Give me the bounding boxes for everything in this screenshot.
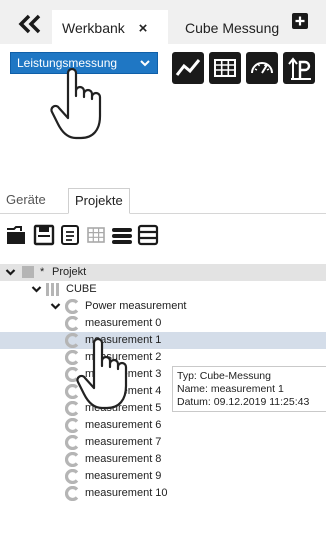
measurement-label: measurement 7: [85, 436, 162, 448]
measurement-tooltip: Typ: Cube-Messung Name: measurement 1 Da…: [172, 366, 326, 412]
measurement-icon: [65, 485, 79, 507]
measurement-label: measurement 6: [85, 419, 162, 431]
plus-icon[interactable]: [292, 13, 308, 29]
tree-item-measurement[interactable]: measurement 2: [0, 349, 326, 366]
tree-item-measurement[interactable]: measurement 0: [0, 315, 326, 332]
tab-label: Werkbank: [62, 20, 125, 36]
project-label: Projekt: [52, 266, 87, 278]
grid-icon[interactable]: [85, 224, 107, 246]
chevron-down-icon[interactable]: [50, 301, 61, 312]
trend-chart-button[interactable]: [172, 52, 204, 84]
tree-item-measurement-selected[interactable]: measurement 1: [0, 332, 326, 349]
tree-node-cube[interactable]: CUBE: [0, 281, 326, 298]
layers-icon[interactable]: [111, 224, 133, 246]
project-modified-marker: *: [40, 266, 45, 278]
measurement-label: measurement 8: [85, 453, 162, 465]
tab-cube-messung[interactable]: Cube Messung: [175, 10, 285, 44]
save-icon[interactable]: [33, 224, 55, 246]
export-button[interactable]: [283, 52, 315, 84]
tree-item-measurement[interactable]: measurement 7: [0, 434, 326, 451]
measurement-label: measurement 10: [85, 487, 168, 499]
tab-werkbank[interactable]: Werkbank ×: [52, 10, 168, 44]
tab-projekte[interactable]: Projekte: [68, 188, 130, 214]
tree-node-power-measurement[interactable]: Power measurement: [0, 298, 326, 315]
tab-geraete[interactable]: Geräte: [6, 192, 46, 207]
tree-item-measurement[interactable]: measurement 10: [0, 485, 326, 502]
measurement-label: measurement 0: [85, 317, 162, 329]
tab-label: Cube Messung: [185, 20, 280, 36]
sidebar-toolbar: [0, 220, 326, 250]
chevron-down-icon[interactable]: [5, 267, 16, 278]
tooltip-name: Name: measurement 1: [177, 383, 284, 395]
tree-item-measurement[interactable]: measurement 9: [0, 468, 326, 485]
chevron-down-icon: [139, 57, 151, 69]
table-button[interactable]: [209, 52, 241, 84]
double-chevron-left-icon[interactable]: [16, 14, 44, 34]
open-folder-icon[interactable]: [6, 224, 28, 246]
chevron-down-icon[interactable]: [31, 284, 42, 295]
list-icon[interactable]: [137, 224, 159, 246]
tree-node-project[interactable]: * Projekt: [0, 264, 326, 281]
gauge-button[interactable]: [246, 52, 278, 84]
tab-bar: Werkbank × Cube Messung: [0, 0, 326, 44]
group-label: Power measurement: [85, 300, 187, 312]
cube-label: CUBE: [66, 283, 97, 295]
measurement-label: measurement 9: [85, 470, 162, 482]
tooltip-type: Typ: Cube-Messung: [177, 370, 271, 382]
pointer-hand-icon: [74, 336, 136, 416]
sidebar-tabs: Geräte Projekte: [0, 188, 326, 214]
close-icon[interactable]: ×: [139, 20, 148, 37]
pointer-hand-icon: [48, 66, 110, 146]
tree-item-measurement[interactable]: measurement 8: [0, 451, 326, 468]
tooltip-date: Datum: 09.12.2019 11:25:43: [177, 396, 310, 408]
tree-item-measurement[interactable]: measurement 6: [0, 417, 326, 434]
document-icon[interactable]: [59, 224, 81, 246]
